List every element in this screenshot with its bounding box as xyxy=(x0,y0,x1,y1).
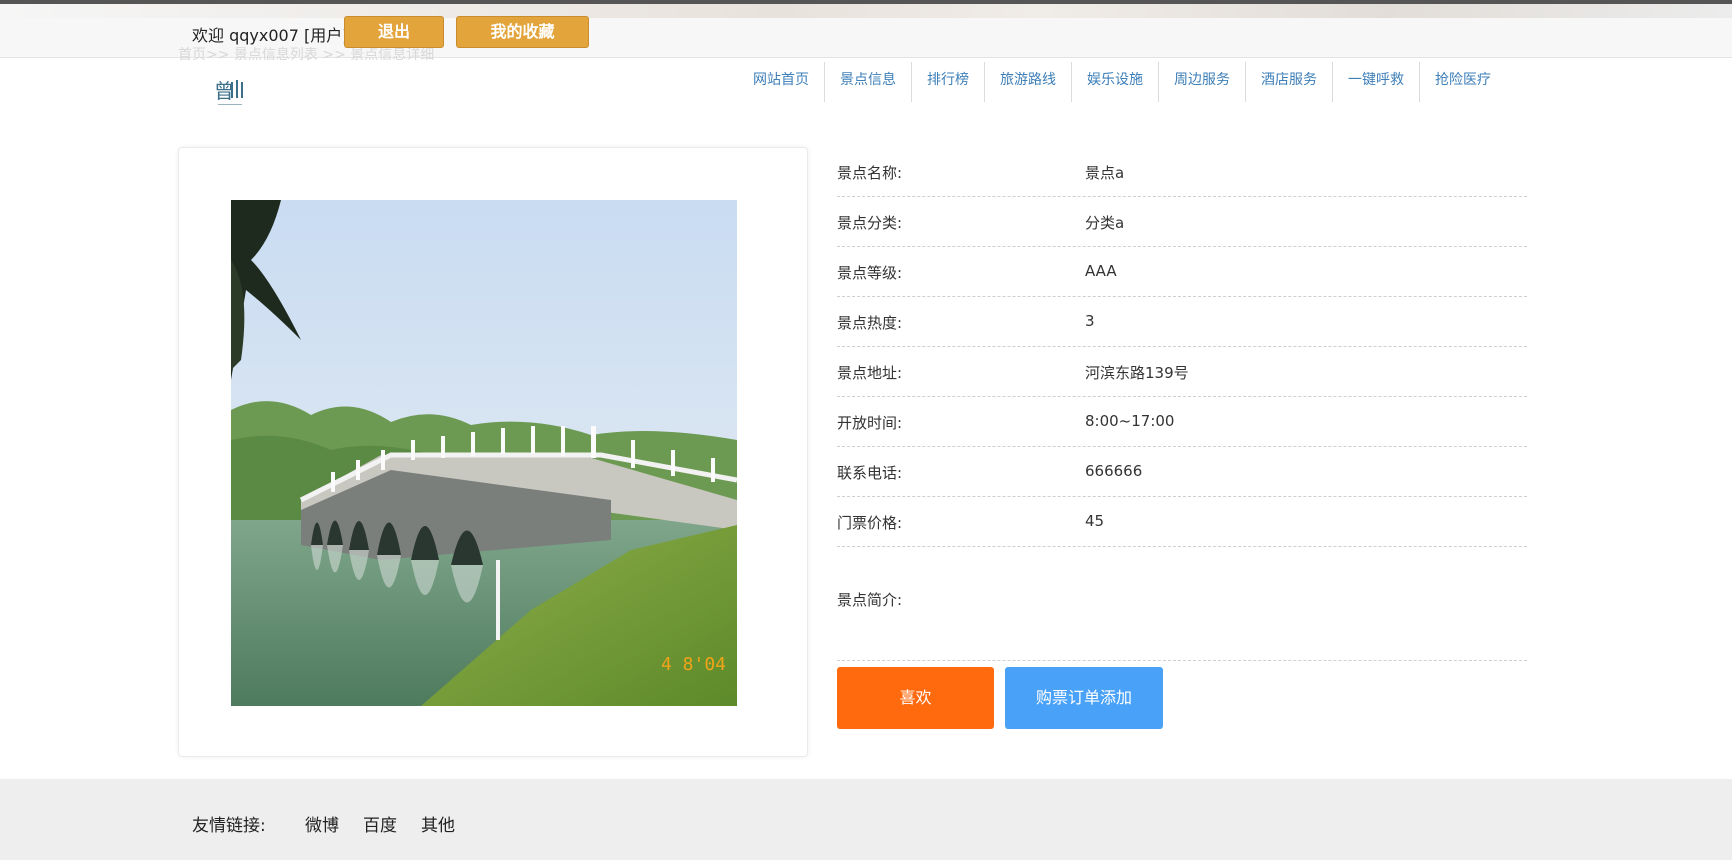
nav-item-routes[interactable]: 旅游路线 xyxy=(984,62,1071,102)
detail-row-level: 景点等级: AAA xyxy=(837,247,1527,297)
detail-row-category: 景点分类: 分类a xyxy=(837,197,1527,247)
detail-label: 景点热度: xyxy=(837,314,903,332)
nav-item-nearby[interactable]: 周边服务 xyxy=(1158,62,1245,102)
nav-item-ranking[interactable]: 排行榜 xyxy=(911,62,984,102)
detail-row-address: 景点地址: 河滨东路139号 xyxy=(837,347,1527,397)
like-button[interactable]: 喜欢 xyxy=(837,667,994,729)
detail-row-price: 门票价格: 45 xyxy=(837,497,1527,547)
detail-label: 门票价格: xyxy=(837,514,903,532)
detail-row-phone: 联系电话: 666666 xyxy=(837,447,1527,497)
detail-row-intro: 景点简介: xyxy=(837,547,1527,661)
nav-item-home[interactable]: 网站首页 xyxy=(738,62,824,102)
photo-card: 4 8'04 xyxy=(178,147,808,757)
detail-value: 8:00~17:00 xyxy=(1085,412,1175,430)
footer-link-baidu[interactable]: 百度 xyxy=(363,811,397,836)
detail-label: 联系电话: xyxy=(837,464,903,482)
detail-label: 景点地址: xyxy=(837,364,903,382)
nav-item-entertainment[interactable]: 娱乐设施 xyxy=(1071,62,1158,102)
scenic-photo: 4 8'04 xyxy=(231,200,737,706)
details-panel: 景点名称: 景点a 景点分类: 分类a 景点等级: AAA 景点热度: 3 景点… xyxy=(837,147,1527,661)
detail-row-hours: 开放时间: 8:00~17:00 xyxy=(837,397,1527,447)
nav-item-sos[interactable]: 一键呼救 xyxy=(1332,62,1419,102)
friend-links-label: 友情链接: xyxy=(192,816,266,836)
detail-value: 45 xyxy=(1085,512,1105,530)
detail-row-popularity: 景点热度: 3 xyxy=(837,297,1527,347)
detail-value: 分类a xyxy=(1085,214,1125,232)
detail-label: 开放时间: xyxy=(837,414,903,432)
detail-label: 景点名称: xyxy=(837,164,903,182)
nav-item-hotel[interactable]: 酒店服务 xyxy=(1245,62,1332,102)
header-background-strip xyxy=(0,4,1732,18)
photo-date-stamp: 4 8'04 xyxy=(661,654,726,675)
detail-label: 景点简介: xyxy=(837,591,903,609)
detail-value: 景点a xyxy=(1085,164,1125,182)
logout-button[interactable]: 退出 xyxy=(344,16,444,48)
detail-value: 河滨东路139号 xyxy=(1085,364,1189,382)
favorites-button[interactable]: 我的收藏 xyxy=(456,16,589,48)
nav-item-scenic-info[interactable]: 景点信息 xyxy=(824,62,911,102)
detail-label: 景点分类: xyxy=(837,214,903,232)
welcome-text: 欢迎 qqyx007 [用户] xyxy=(192,26,349,45)
main-nav: 网站首页 景点信息 排行榜 旅游路线 娱乐设施 周边服务 酒店服务 一键呼救 抢… xyxy=(738,62,1506,102)
detail-value: 666666 xyxy=(1085,462,1143,480)
site-logo[interactable]: 曾 xyxy=(212,76,248,110)
footer-link-weibo[interactable]: 微博 xyxy=(305,811,339,836)
footer-link-other[interactable]: 其他 xyxy=(421,811,455,836)
detail-value: 3 xyxy=(1085,312,1095,330)
detail-row-name: 景点名称: 景点a xyxy=(837,147,1527,197)
nav-item-medical[interactable]: 抢险医疗 xyxy=(1419,62,1506,102)
detail-value: AAA xyxy=(1085,262,1117,280)
add-ticket-order-button[interactable]: 购票订单添加 xyxy=(1005,667,1163,729)
footer: 友情链接: 微博 百度 其他 xyxy=(0,779,1732,860)
detail-label: 景点等级: xyxy=(837,264,903,282)
